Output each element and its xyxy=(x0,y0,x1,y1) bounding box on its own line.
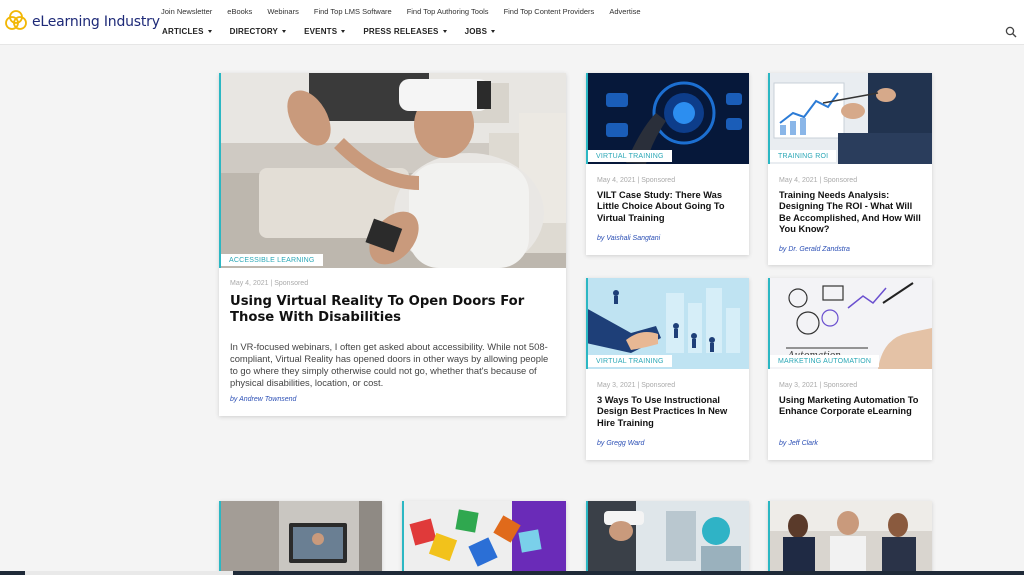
search-icon[interactable] xyxy=(1005,26,1017,38)
featured-article-image[interactable] xyxy=(219,73,566,268)
article-meta: May 4, 2021 | Sponsored xyxy=(230,280,309,287)
article-card-partial[interactable] xyxy=(219,501,382,575)
article-image[interactable] xyxy=(586,501,749,575)
elearning-logo-icon xyxy=(5,10,27,30)
article-excerpt: In VR-focused webinars, I often get aske… xyxy=(230,341,549,388)
article-meta: May 4, 2021 | Sponsored xyxy=(597,177,676,184)
nav-directory[interactable]: DIRECTORY xyxy=(229,27,287,36)
card-accent-bar xyxy=(402,501,404,575)
article-card[interactable]: VIRTUAL TRAINING May 4, 2021 | Sponsored… xyxy=(586,73,749,255)
nav-jobs-label: JOBS xyxy=(464,27,488,36)
link-find-content[interactable]: Find Top Content Providers xyxy=(504,7,595,16)
nav-events-label: EVENTS xyxy=(304,27,338,36)
nav-press-label: PRESS RELEASES xyxy=(363,27,439,36)
link-find-lms[interactable]: Find Top LMS Software xyxy=(314,7,392,16)
article-card[interactable]: TRAINING ROI May 4, 2021 | Sponsored Tra… xyxy=(768,73,932,265)
link-webinars[interactable]: Webinars xyxy=(267,7,299,16)
chevron-down-icon xyxy=(341,30,346,33)
link-join-newsletter[interactable]: Join Newsletter xyxy=(161,7,212,16)
article-image[interactable] xyxy=(402,501,566,575)
nav-directory-label: DIRECTORY xyxy=(229,27,279,36)
article-card[interactable]: Automation MARKETING AUTOMATION May 3, 2… xyxy=(768,278,932,460)
link-find-authoring[interactable]: Find Top Authoring Tools xyxy=(407,7,489,16)
nav-articles[interactable]: ARTICLES xyxy=(162,27,212,36)
article-card[interactable]: VIRTUAL TRAINING May 3, 2021 | Sponsored… xyxy=(586,278,749,460)
link-ebooks[interactable]: eBooks xyxy=(227,7,252,16)
category-tag[interactable]: VIRTUAL TRAINING xyxy=(586,150,672,162)
article-title[interactable]: VILT Case Study: There Was Little Choice… xyxy=(597,190,742,224)
article-title[interactable]: 3 Ways To Use Instructional Design Best … xyxy=(597,395,742,429)
article-author[interactable]: by Andrew Townsend xyxy=(230,396,296,403)
nav-articles-label: ARTICLES xyxy=(162,27,204,36)
article-title[interactable]: Using Marketing Automation To Enhance Co… xyxy=(779,395,924,418)
brand-name: eLearning Industry xyxy=(32,14,160,30)
article-card-partial[interactable] xyxy=(768,501,932,575)
category-tag[interactable]: VIRTUAL TRAINING xyxy=(586,355,672,367)
category-tag[interactable]: MARKETING AUTOMATION xyxy=(768,355,880,367)
article-title[interactable]: Using Virtual Reality To Open Doors For … xyxy=(230,294,555,326)
article-image[interactable] xyxy=(219,501,382,575)
site-logo[interactable]: eLearning Industry xyxy=(4,9,160,35)
article-card-partial[interactable] xyxy=(402,501,566,575)
chevron-down-icon xyxy=(282,30,287,33)
chevron-down-icon xyxy=(442,30,447,33)
featured-article-card[interactable]: ACCESSIBLE LEARNING May 4, 2021 | Sponso… xyxy=(219,73,566,416)
category-tag[interactable]: TRAINING ROI xyxy=(768,150,837,162)
horizontal-scrollbar-thumb[interactable] xyxy=(25,571,233,575)
article-meta: May 4, 2021 | Sponsored xyxy=(779,177,858,184)
article-author[interactable]: by Gregg Ward xyxy=(597,440,644,447)
card-accent-bar xyxy=(768,501,770,575)
chevron-down-icon xyxy=(491,30,496,33)
nav-press-releases[interactable]: PRESS RELEASES xyxy=(363,27,447,36)
site-header: eLearning Industry Join Newsletter eBook… xyxy=(0,0,1024,45)
nav-jobs[interactable]: JOBS xyxy=(465,27,496,36)
card-accent-bar xyxy=(586,501,588,575)
article-image[interactable] xyxy=(768,501,932,575)
card-accent-bar xyxy=(219,73,221,268)
top-links: Join Newsletter eBooks Webinars Find Top… xyxy=(161,7,656,16)
nav-events[interactable]: EVENTS xyxy=(304,27,346,36)
article-author[interactable]: by Jeff Clark xyxy=(779,440,818,447)
article-author[interactable]: by Dr. Gerald Zandstra xyxy=(779,246,850,253)
link-advertise[interactable]: Advertise xyxy=(609,7,640,16)
article-author[interactable]: by Vaishali Sangtani xyxy=(597,235,660,242)
article-card-partial[interactable] xyxy=(586,501,749,575)
card-accent-bar xyxy=(219,501,221,575)
category-tag[interactable]: ACCESSIBLE LEARNING xyxy=(219,254,323,266)
main-nav: ARTICLES DIRECTORY EVENTS PRESS RELEASES… xyxy=(162,27,513,36)
article-meta: May 3, 2021 | Sponsored xyxy=(779,382,858,389)
article-title[interactable]: Training Needs Analysis: Designing The R… xyxy=(779,190,924,235)
article-meta: May 3, 2021 | Sponsored xyxy=(597,382,676,389)
chevron-down-icon xyxy=(207,30,212,33)
